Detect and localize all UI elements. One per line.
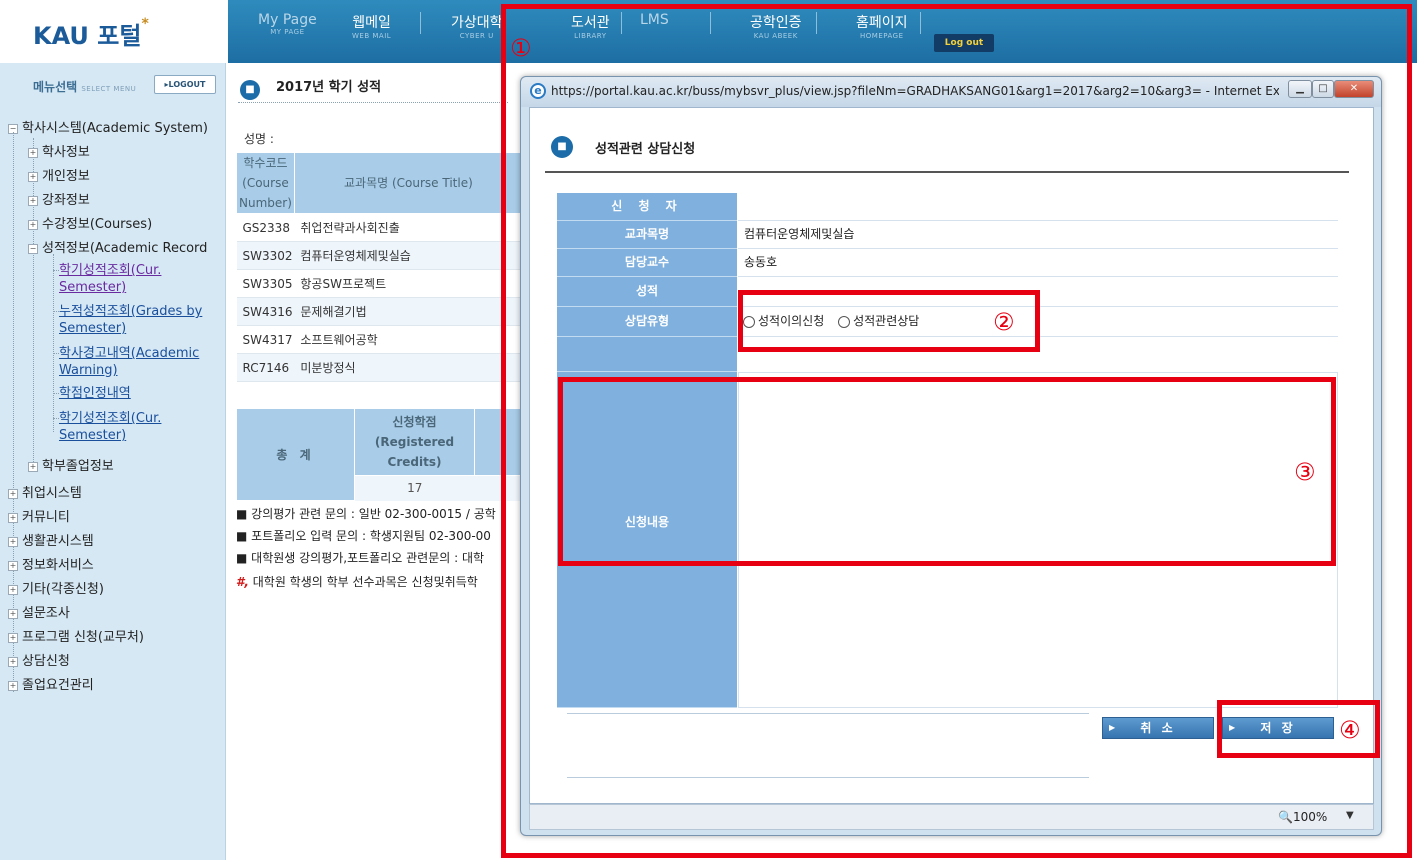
grades-table: 학수코드 (Course Number) 교과목명 (Course Title)…: [236, 152, 523, 382]
page-title-icon: ■: [240, 80, 260, 100]
menu-select-label: 메뉴선택 SELECT MENU: [33, 80, 137, 94]
total-label: 총 계: [236, 408, 355, 501]
page-title: 2017년 학기 성적: [276, 80, 382, 95]
course-code: RC7146: [236, 353, 295, 382]
logo-star-icon: *: [141, 16, 149, 32]
tree-item-employment[interactable]: + 취업시스템: [8, 482, 82, 501]
course-title: 컴퓨터운영체제및실습: [294, 241, 523, 270]
expand-icon[interactable]: +: [8, 608, 18, 619]
tree-item-survey[interactable]: + 설문조사: [8, 602, 70, 621]
tree-item-etc-requests[interactable]: + 기타(각종신청): [8, 578, 104, 597]
tree-item-graduation-info[interactable]: + 학부졸업정보: [28, 455, 114, 474]
nav-my-page[interactable]: My Page MY PAGE: [258, 12, 317, 36]
link-cur-semester-grades-2[interactable]: 학기성적조회(Cur. Semester): [59, 410, 209, 444]
link-academic-warning[interactable]: 학사경고내역(Academic Warning): [59, 345, 219, 379]
course-code: GS2338: [236, 213, 295, 242]
expand-icon[interactable]: +: [8, 680, 18, 691]
course-code: SW3302: [236, 241, 295, 270]
expand-icon[interactable]: +: [28, 219, 38, 230]
expand-icon[interactable]: +: [8, 536, 18, 547]
expand-icon[interactable]: +: [28, 195, 38, 206]
tree-item-program-request[interactable]: + 프로그램 신청(교무처): [8, 626, 144, 645]
nav-separator: [420, 12, 421, 34]
link-cumulative-grades[interactable]: 누적성적조회(Grades by Semester): [59, 303, 219, 337]
tree-item-course-info[interactable]: + 강좌정보: [28, 189, 90, 208]
link-credit-recognition[interactable]: 학점인정내역: [59, 385, 209, 402]
tree-item-info-service[interactable]: + 정보화서비스: [8, 554, 94, 573]
course-title: 미분방정식: [294, 353, 523, 382]
nav-webmail[interactable]: 웹메일 WEB MAIL: [352, 12, 391, 40]
expand-icon[interactable]: +: [28, 147, 38, 158]
header-course-number: 학수코드 (Course Number): [236, 152, 295, 214]
annotation-box-content: [558, 377, 1336, 566]
tree-item-courses[interactable]: + 수강정보(Courses): [28, 213, 152, 232]
notice-portfolio: ■ 포트폴리오 입력 문의 : 학생지원팀 02-300-00: [236, 529, 491, 543]
course-code: SW4316: [236, 297, 295, 326]
tree-item-personal-info[interactable]: + 개인정보: [28, 165, 90, 184]
course-title: 취업전략과사회진출: [294, 213, 523, 242]
title-divider: [238, 102, 508, 103]
expand-icon[interactable]: +: [8, 512, 18, 523]
expand-icon[interactable]: +: [28, 461, 38, 472]
annotation-marker-4: ④: [1339, 716, 1361, 744]
collapse-icon[interactable]: −: [28, 243, 38, 254]
tree-item-academic-record[interactable]: − 성적정보(Academic Record: [28, 237, 207, 256]
course-title: 항공SW프로젝트: [294, 269, 523, 298]
registered-credits-value: 17: [354, 475, 475, 501]
course-code: SW3305: [236, 269, 295, 298]
tree-item-academic-info[interactable]: + 학사정보: [28, 141, 90, 160]
tree-item-academic-system[interactable]: − 학사시스템(Academic System): [8, 117, 208, 136]
sidebar-logout-button[interactable]: ▸LOGOUT: [154, 75, 216, 94]
tree-connector: [33, 138, 34, 464]
annotation-marker-3: ③: [1294, 458, 1316, 486]
registered-credits-header: 신청학점 (Registered Credits): [354, 407, 475, 477]
student-name-label: 성명 :: [244, 132, 274, 146]
annotation-marker-2: ②: [993, 308, 1015, 336]
expand-icon[interactable]: +: [8, 632, 18, 643]
course-title: 소프트웨어공학: [294, 325, 523, 354]
tree-item-counseling[interactable]: + 상담신청: [8, 650, 70, 669]
course-code: SW4317: [236, 325, 295, 354]
tree-item-graduation-req[interactable]: + 졸업요건관리: [8, 674, 94, 693]
expand-icon[interactable]: +: [8, 560, 18, 571]
annotation-marker-1: ①: [510, 34, 532, 62]
notice-lecture-eval: ■ 강의평가 관련 문의 : 일반 02-300-0015 / 공학: [236, 507, 496, 521]
link-cur-semester-grades[interactable]: 학기성적조회(Cur. Semester): [59, 262, 209, 296]
header-course-title: 교과목명 (Course Title): [293, 152, 523, 214]
notice-grad-eval: ■ 대학원생 강의평가,포트폴리오 관련문의 : 대학: [236, 551, 485, 565]
total-credits-table: 총 계 신청학점 (Registered Credits) 17: [236, 407, 521, 501]
expand-icon[interactable]: +: [8, 584, 18, 595]
expand-icon[interactable]: +: [8, 656, 18, 667]
nav-cyber-univ[interactable]: 가상대학 CYBER U: [451, 12, 503, 40]
expand-icon[interactable]: +: [28, 171, 38, 182]
kau-portal-logo[interactable]: KAU 포털*: [33, 16, 149, 51]
expand-icon[interactable]: +: [8, 488, 18, 499]
course-title: 문제해결기법: [294, 297, 523, 326]
tree-item-dormitory[interactable]: + 생활관시스템: [8, 530, 94, 549]
notice-grad-prereq: #, 대학원 학생의 학부 선수과목은 신청및취득학: [236, 575, 478, 589]
tree-connector: [53, 254, 54, 432]
tree-item-community[interactable]: + 커뮤니티: [8, 506, 70, 525]
